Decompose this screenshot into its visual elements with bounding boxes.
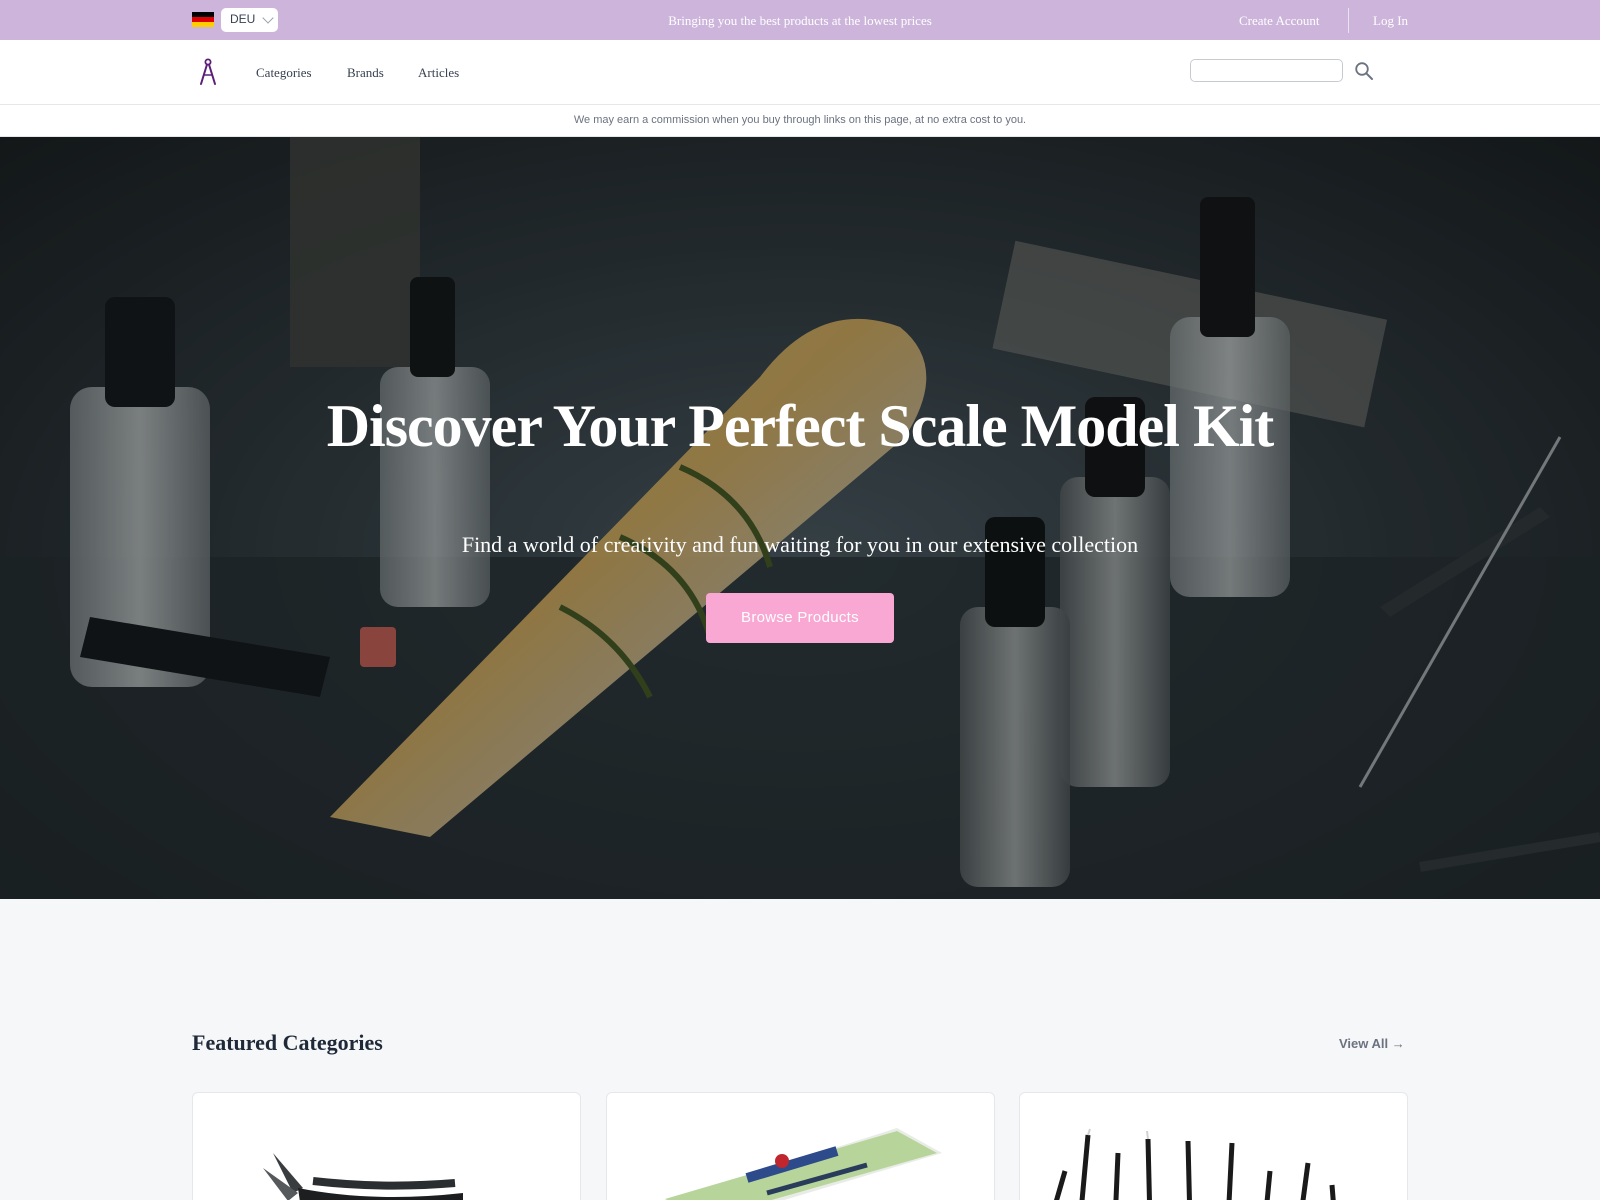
side-cutter-image [263,1153,463,1200]
browse-products-button[interactable]: Browse Products [706,593,894,643]
log-in-link[interactable]: Log In [1373,13,1408,29]
search-input[interactable] [1190,59,1343,82]
nav-brands[interactable]: Brands [347,65,384,81]
nav-categories[interactable]: Categories [256,65,312,81]
hero-subtitle: Find a world of creativity and fun waiti… [461,532,1139,557]
hero-title: Discover Your Perfect Scale Model Kit [326,393,1275,459]
tweezers-image [1054,1128,1336,1200]
search-icon[interactable] [1354,61,1374,81]
category-card[interactable] [606,1092,995,1200]
logo-icon[interactable] [198,58,218,86]
nav-articles[interactable]: Articles [418,65,459,81]
category-card[interactable] [1019,1092,1408,1200]
hero-overlay [0,137,1600,899]
category-card[interactable] [192,1092,581,1200]
create-account-link[interactable]: Create Account [1239,13,1320,29]
top-bar: DEU Bringing you the best products at th… [0,0,1600,40]
epoxy-putty-image [665,1128,942,1200]
top-divider [1348,8,1349,33]
view-all-link[interactable]: View All → [1339,1036,1405,1051]
main-nav: Categories Brands Articles [0,40,1600,105]
commission-notice: We may earn a commission when you buy th… [0,105,1600,137]
hero-section: Discover Your Perfect Scale Model Kit Fi… [0,137,1600,899]
promo-text: Bringing you the best products at the lo… [668,13,932,28]
featured-categories-title: Featured Categories [192,1030,383,1055]
